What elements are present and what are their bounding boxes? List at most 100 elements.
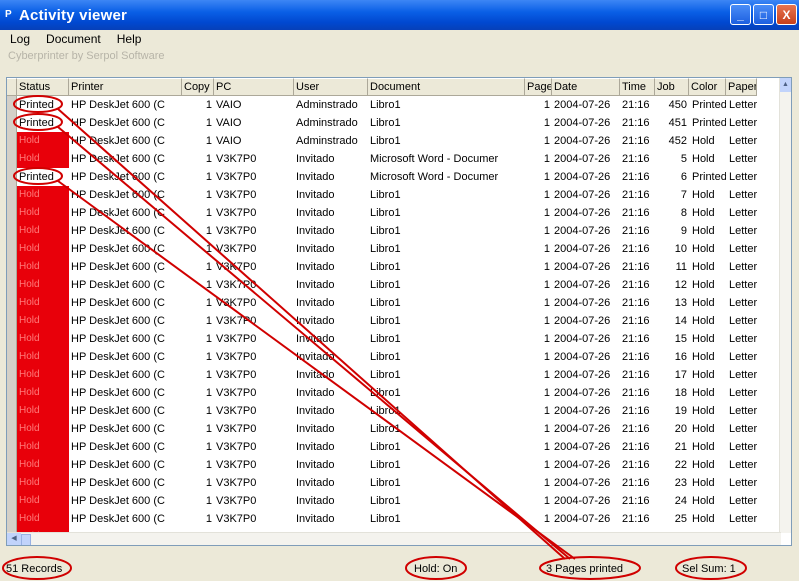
column-header-color[interactable]: Color [689,78,726,96]
cell-page: 1 [543,117,550,129]
cell-paper: Letter [729,459,757,471]
row-indicator[interactable] [7,294,17,312]
cell-pc: V3K7P0 [216,333,257,345]
table-row[interactable]: HoldHP DeskJet 600 (C1V3K7P0InvitadoLibr… [7,474,781,492]
scroll-left-icon[interactable]: ◀ [7,533,21,545]
row-indicator[interactable] [7,312,17,330]
cell-page: 1 [543,297,550,309]
table-row[interactable]: HoldHP DeskJet 600 (C1V3K7P0InvitadoLibr… [7,348,781,366]
horizontal-scrollbar[interactable]: ◀ [7,532,781,545]
cell-page: 1 [543,369,550,381]
table-row[interactable]: Printed HP DeskJet 600 (C 1 VAIO Adminstrado… [7,96,781,114]
row-indicator[interactable] [7,366,17,384]
row-indicator[interactable] [7,348,17,366]
scroll-up-icon[interactable]: ▲ [780,78,791,92]
vertical-scrollbar[interactable]: ▲ [779,78,791,533]
table-row[interactable]: HoldHP DeskJet 600 (C1V3K7P0InvitadoLibr… [7,294,781,312]
table-row[interactable]: HoldHP DeskJet 600 (C1V3K7P0InvitadoLibr… [7,384,781,402]
cell-pc: V3K7P0 [216,171,257,183]
cell-printer: HP DeskJet 600 (C [71,441,165,453]
close-button[interactable]: X [776,4,797,25]
row-indicator[interactable] [7,420,17,438]
row-indicator[interactable] [7,474,17,492]
column-header-user[interactable]: User [294,78,368,96]
cell-user: Invitado [296,315,335,327]
cell-document: Libro1 [370,279,401,291]
row-indicator[interactable] [7,438,17,456]
table-row[interactable]: HoldHP DeskJet 600 (C1V3K7P0InvitadoLibr… [7,402,781,420]
table-row[interactable]: Hold HP DeskJet 600 (C 1 VAIO Adminstrado Lib… [7,132,781,150]
table-row[interactable]: HoldHP DeskJet 600 (C1V3K7P0InvitadoLibr… [7,492,781,510]
cell-copy: 1 [205,459,212,471]
row-indicator[interactable] [7,114,17,132]
row-indicator[interactable] [7,492,17,510]
cell-time: 21:16 [622,189,650,201]
row-indicator[interactable] [7,276,17,294]
cell-date: 2004-07-26 [554,333,611,345]
table-row[interactable]: HoldHP DeskJet 600 (C1V3K7P0InvitadoLibr… [7,222,781,240]
table-row[interactable]: Hold HP DeskJet 600 (C 1 V3K7P0 Invitado Micr… [7,150,781,168]
cell-pc: V3K7P0 [216,459,257,471]
table-row[interactable]: HoldHP DeskJet 600 (C1V3K7P0InvitadoLibr… [7,276,781,294]
cell-document: Libro1 [370,189,401,201]
column-header-job[interactable]: Job [655,78,689,96]
maximize-button[interactable]: □ [753,4,774,25]
row-indicator[interactable] [7,384,17,402]
column-header-pc[interactable]: PC [214,78,294,96]
table-row[interactable]: HoldHP DeskJet 600 (C1V3K7P0InvitadoLibr… [7,420,781,438]
cell-status: Hold [17,222,69,240]
cell-date: 2004-07-26 [554,171,611,183]
row-indicator[interactable] [7,402,17,420]
table-row[interactable]: Printed HP DeskJet 600 (C 1 V3K7P0 Invitado M… [7,168,781,186]
column-header-date[interactable]: Date [552,78,620,96]
row-indicator[interactable] [7,456,17,474]
cell-paper: Letter [729,171,757,183]
column-header-page[interactable]: Page [525,78,552,96]
table-row[interactable]: HoldHP DeskJet 600 (C1V3K7P0InvitadoLibr… [7,240,781,258]
cell-page: 1 [543,261,550,273]
row-indicator[interactable] [7,96,17,114]
row-indicator[interactable] [7,168,17,186]
row-indicator[interactable] [7,186,17,204]
table-row[interactable]: HoldHP DeskJet 600 (C1V3K7P0InvitadoLibr… [7,186,781,204]
row-indicator[interactable] [7,510,17,528]
row-indicator[interactable] [7,222,17,240]
cell-paper: Letter [729,477,757,489]
cell-printer: HP DeskJet 600 (C [71,207,165,219]
table-row[interactable]: HoldHP DeskJet 600 (C1V3K7P0InvitadoLibr… [7,204,781,222]
table-row[interactable]: HoldHP DeskJet 600 (C1V3K7P0InvitadoLibr… [7,456,781,474]
title-bar[interactable]: P Activity viewer _ □ X [0,0,799,30]
table-row[interactable]: HoldHP DeskJet 600 (C1V3K7P0InvitadoLibr… [7,312,781,330]
row-indicator[interactable] [7,330,17,348]
row-indicator[interactable] [7,258,17,276]
row-indicator[interactable] [7,240,17,258]
table-row[interactable]: HoldHP DeskJet 600 (C1V3K7P0InvitadoLibr… [7,258,781,276]
column-header-copy[interactable]: Copy [182,78,214,96]
menu-document[interactable]: Document [40,32,107,46]
table-row[interactable]: HoldHP DeskJet 600 (C1V3K7P0InvitadoLibr… [7,510,781,528]
cell-color: Hold [692,513,715,525]
cell-date: 2004-07-26 [554,135,611,147]
table-row[interactable]: Printed HP DeskJet 600 (C 1 VAIO Adminstrado… [7,114,781,132]
row-indicator[interactable] [7,204,17,222]
row-indicator[interactable] [7,132,17,150]
column-header-paper[interactable]: Paper [726,78,757,96]
column-header-printer[interactable]: Printer [69,78,182,96]
activity-table[interactable]: Status Printer Copy PC User Document Page Date T… [6,77,792,546]
menu-help[interactable]: Help [111,32,148,46]
cell-color: Printed [692,117,726,129]
cell-page: 1 [543,405,550,417]
row-indicator[interactable] [7,150,17,168]
table-row[interactable]: HoldHP DeskJet 600 (C1V3K7P0InvitadoLibr… [7,330,781,348]
minimize-button[interactable]: _ [730,4,751,25]
column-header-document[interactable]: Document [368,78,525,96]
cell-document: Libro1 [370,387,401,399]
table-row[interactable]: HoldHP DeskJet 600 (C1V3K7P0InvitadoLibr… [7,438,781,456]
horizontal-scroll-thumb[interactable] [21,534,31,545]
cell-status: Hold [17,510,69,528]
column-header-status[interactable]: Status [17,78,69,96]
table-row[interactable]: HoldHP DeskJet 600 (C1V3K7P0InvitadoLibr… [7,366,781,384]
cell-time: 21:16 [622,405,650,417]
menu-log[interactable]: Log [4,32,36,46]
column-header-time[interactable]: Time [620,78,655,96]
